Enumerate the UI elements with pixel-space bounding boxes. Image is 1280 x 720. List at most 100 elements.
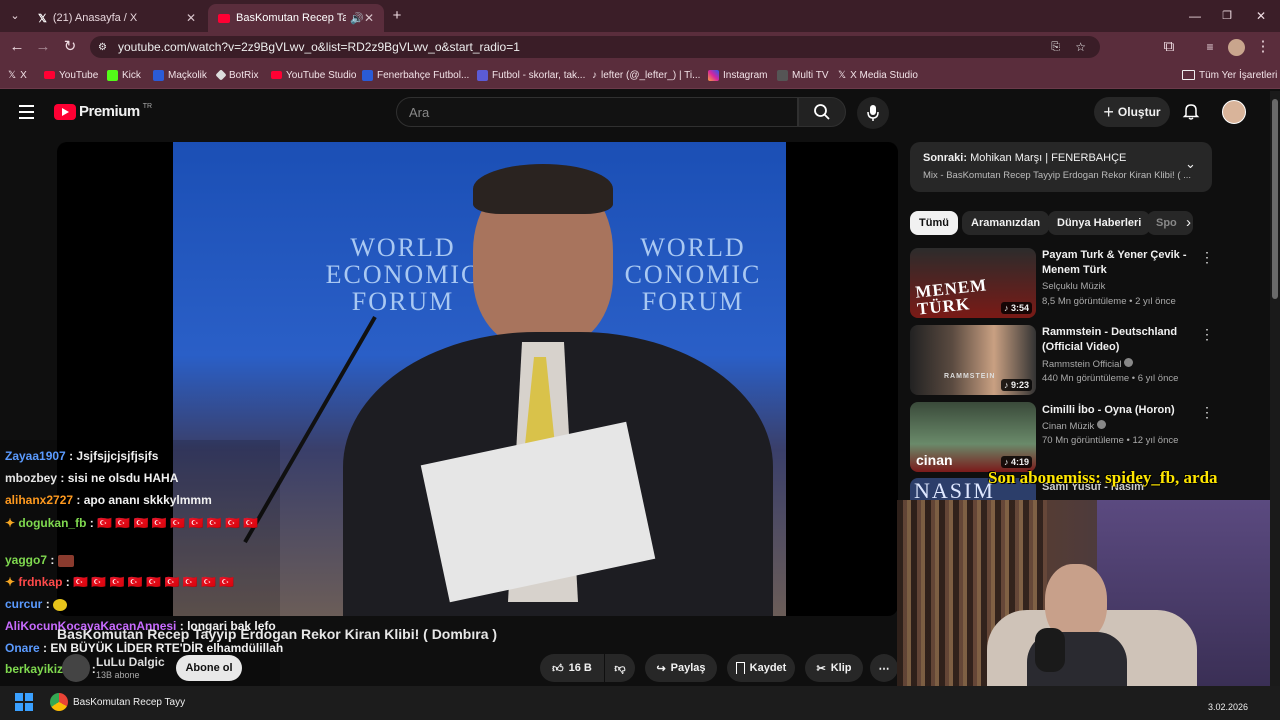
- globe-icon: [777, 69, 788, 81]
- voice-search-button[interactable]: [857, 97, 889, 129]
- taskbar-app-label[interactable]: BasKomutan Recep Tayy: [73, 697, 185, 708]
- chat-message: Onare : EN BÜYÜK LİDER RTE'DİR elhamdüli…: [5, 641, 284, 655]
- more-vert-icon[interactable]: ⋮: [1200, 326, 1214, 343]
- mackolik-icon: [153, 69, 164, 81]
- recommended-title[interactable]: Payam Turk & Yener Çevik - Menem Türk: [1042, 248, 1192, 278]
- thumbnail-text: cinan: [916, 452, 953, 468]
- chrome-taskbar-icon[interactable]: [50, 693, 68, 711]
- forward-icon[interactable]: →: [34, 38, 52, 56]
- tab-youtube[interactable]: BasKomutan Recep Tayyip 🔊 ✕: [208, 4, 384, 32]
- more-vert-icon[interactable]: ⋮: [1200, 249, 1214, 266]
- page-scrollbar[interactable]: [1270, 91, 1280, 686]
- bookmark-youtube-studio[interactable]: YouTube Studio: [271, 66, 356, 84]
- account-avatar[interactable]: [1222, 100, 1246, 124]
- tab-x-home[interactable]: 𝕏 (21) Anasayfa / X ✕: [28, 4, 206, 32]
- recommended-channel[interactable]: Selçuklu Müzik: [1042, 281, 1105, 292]
- channel-name[interactable]: LuLu Dalgic: [96, 655, 165, 669]
- fenerbahce-icon: [362, 69, 373, 81]
- recommended-title[interactable]: Cimilli İbo - Oyna (Horon): [1042, 403, 1192, 418]
- site-settings-icon[interactable]: ⚙: [98, 42, 107, 53]
- chip-all[interactable]: Tümü: [910, 211, 958, 235]
- recommended-channel[interactable]: Rammstein Official: [1042, 358, 1134, 370]
- chat-message: mbozbey : sisi ne olsdu HAHA: [5, 471, 179, 485]
- bookmark-xmedia[interactable]: 𝕏X Media Studio: [838, 66, 918, 84]
- extensions-icon[interactable]: ⧉: [1160, 38, 1178, 56]
- video-thumbnail[interactable]: cinan ♪ 4:19: [910, 402, 1036, 472]
- bookmark-youtube[interactable]: YouTube: [44, 66, 98, 84]
- new-tab-icon[interactable]: +: [388, 7, 406, 25]
- minimize-icon[interactable]: —: [1186, 7, 1204, 25]
- bookmark-fenerbahce[interactable]: Fenerbahçe Futbol...: [362, 66, 469, 84]
- youtube-favicon-icon: [218, 13, 230, 23]
- bookmark-tiktok[interactable]: ♪ lefter (@_lefter_) | Ti...: [592, 66, 700, 84]
- logo-text: Premium: [79, 103, 140, 120]
- bookmark-botrix[interactable]: BotRix: [215, 66, 258, 84]
- menu-icon[interactable]: [19, 105, 34, 119]
- chat-message: ✦ dogukan_fb : 🇹🇷 🇹🇷 🇹🇷 🇹🇷 🇹🇷 🇹🇷 🇹🇷 🇹🇷 🇹…: [5, 516, 259, 530]
- youtube-icon: [44, 71, 55, 79]
- maximize-icon[interactable]: ❐: [1218, 7, 1236, 25]
- badge-icon: ✦: [5, 516, 16, 530]
- url-text: youtube.com/watch?v=2z9BgVLwv_o&list=RD2…: [118, 40, 520, 54]
- reload-icon[interactable]: ↻: [61, 38, 79, 56]
- search-input[interactable]: Ara: [396, 97, 798, 127]
- install-app-icon[interactable]: ⎘: [1051, 41, 1060, 54]
- tab-search-icon[interactable]: ⌄: [6, 7, 24, 25]
- bookmark-futbol[interactable]: Futbol - skorlar, tak...: [477, 66, 585, 84]
- channel-avatar[interactable]: [62, 654, 90, 682]
- microphone-icon: [867, 105, 879, 121]
- taskbar-date[interactable]: 3.02.2026: [1208, 702, 1248, 712]
- chip-world-news[interactable]: Dünya Haberleri: [1048, 211, 1151, 235]
- back-icon[interactable]: ←: [8, 38, 26, 56]
- subscribe-button[interactable]: Abone ol: [176, 655, 242, 681]
- more-vert-icon[interactable]: ⋮: [1200, 404, 1214, 421]
- dislike-button[interactable]: 👎︎: [605, 654, 635, 682]
- duration-badge: ♪ 4:19: [1000, 456, 1032, 468]
- search-button[interactable]: [798, 97, 846, 127]
- window-close-icon[interactable]: ✕: [1252, 7, 1270, 25]
- create-button[interactable]: + Oluştur: [1094, 97, 1170, 127]
- youtube-logo[interactable]: Premium TR: [54, 103, 152, 120]
- bookmark-multitv[interactable]: Multi TV: [777, 66, 829, 84]
- bookmark-kick[interactable]: Kick: [107, 66, 141, 84]
- save-button[interactable]: Kaydet: [727, 654, 795, 682]
- profile-avatar[interactable]: [1228, 39, 1245, 56]
- recommended-channel[interactable]: Cinan Müzik: [1042, 420, 1106, 432]
- notifications-bell-icon[interactable]: [1182, 102, 1200, 120]
- like-button[interactable]: 👍︎ 16 B: [540, 654, 604, 682]
- thumbnail-text: NASIM: [914, 478, 995, 502]
- bookmark-star-icon[interactable]: ☆: [1075, 40, 1086, 54]
- chip-from-search[interactable]: Aramanızdan: [962, 211, 1050, 235]
- bookmark-icon: [735, 662, 745, 674]
- all-bookmarks-folder[interactable]: Tüm Yer İşaretleri: [1182, 66, 1277, 84]
- tiktok-icon: ♪: [592, 69, 597, 81]
- more-actions-button[interactable]: ⋯: [870, 654, 898, 682]
- verified-icon: [1124, 358, 1134, 367]
- thumbnail-text: RAMMSTEIN: [944, 373, 996, 380]
- media-control-icon[interactable]: ≡: [1201, 38, 1219, 56]
- chrome-menu-icon[interactable]: ⋮: [1254, 38, 1272, 56]
- recommended-title[interactable]: Rammstein - Deutschland (Official Video): [1042, 325, 1192, 355]
- chevron-down-icon[interactable]: ⌄: [1185, 156, 1196, 172]
- close-tab-icon[interactable]: ✕: [364, 11, 374, 25]
- scrollbar-thumb[interactable]: [1272, 99, 1278, 299]
- share-button[interactable]: ↪ Paylaş: [645, 654, 717, 682]
- audio-playing-icon[interactable]: 🔊: [350, 12, 364, 25]
- up-next-card[interactable]: Sonraki: Mohikan Marşı | FENERBAHÇE Mix …: [910, 142, 1212, 192]
- volume-icon: ♪: [1003, 303, 1009, 313]
- wef-logo-right: WORLD CONOMIC FORUM: [624, 233, 762, 316]
- chat-message: alihanx2727 : apo ananı skkkylmmm: [5, 493, 212, 507]
- chevron-right-icon[interactable]: ›: [1186, 214, 1191, 231]
- windows-start-icon[interactable]: [15, 693, 33, 711]
- close-tab-icon[interactable]: ✕: [186, 11, 196, 25]
- search-icon: [814, 104, 830, 120]
- clip-button[interactable]: ✂ Klip: [805, 654, 863, 682]
- bookmark-mackolik[interactable]: Maçkolik: [153, 66, 207, 84]
- address-bar[interactable]: ⚙ youtube.com/watch?v=2z9BgVLwv_o&list=R…: [90, 36, 1100, 58]
- webcam-overlay: [897, 500, 1270, 686]
- video-thumbnail[interactable]: RAMMSTEIN ♪ 9:23: [910, 325, 1036, 395]
- bookmark-x[interactable]: 𝕏X: [8, 66, 27, 84]
- bookmark-instagram[interactable]: Instagram: [708, 66, 767, 84]
- video-thumbnail[interactable]: MENEM TÜRK ♪ 3:54: [910, 248, 1036, 318]
- speaker-hair: [473, 164, 613, 214]
